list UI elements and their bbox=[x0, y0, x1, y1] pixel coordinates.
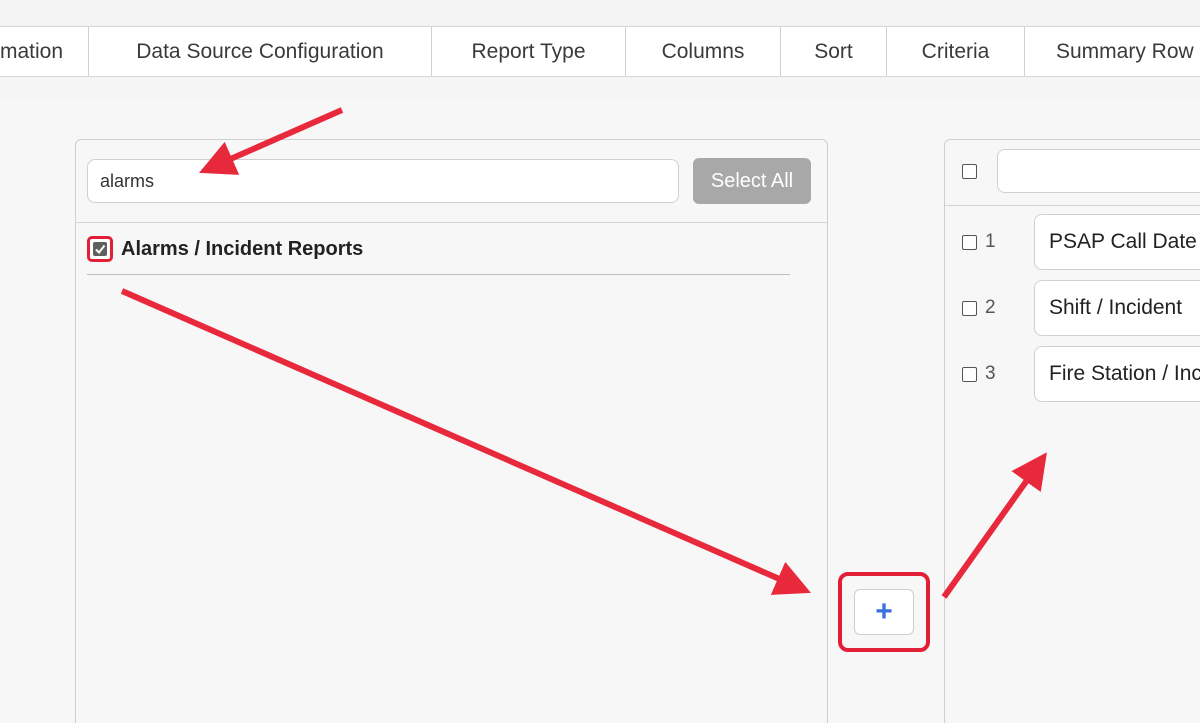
column-row: 2 Shift / Incident bbox=[945, 280, 1200, 338]
select-all-checkbox[interactable] bbox=[962, 164, 977, 179]
column-field[interactable]: Shift / Incident bbox=[1034, 280, 1200, 336]
column-field[interactable]: PSAP Call Date bbox=[1034, 214, 1200, 270]
column-index: 1 bbox=[985, 231, 996, 252]
tab-report-type[interactable]: Report Type bbox=[432, 27, 626, 76]
column-checkbox[interactable] bbox=[962, 301, 977, 316]
available-data-sources-panel: Select All Alarms / Incident Reports bbox=[75, 139, 828, 723]
list-item[interactable]: Alarms / Incident Reports bbox=[87, 236, 790, 275]
checkmark-icon bbox=[93, 242, 107, 256]
selected-columns-panel: 1 PSAP Call Date 2 Shift / Incident 3 Fi… bbox=[944, 139, 1200, 723]
column-row: 3 Fire Station / Incident bbox=[945, 346, 1200, 404]
tab-information[interactable]: mation bbox=[0, 27, 89, 76]
column-row: 1 PSAP Call Date bbox=[945, 214, 1200, 272]
column-checkbox[interactable] bbox=[962, 235, 977, 250]
column-index: 2 bbox=[985, 297, 996, 318]
tab-summary-row[interactable]: Summary Row bbox=[1025, 27, 1200, 76]
tab-criteria[interactable]: Criteria bbox=[887, 27, 1025, 76]
tab-data-source-configuration[interactable]: Data Source Configuration bbox=[89, 27, 432, 76]
column-field[interactable]: Fire Station / Incident bbox=[1034, 346, 1200, 402]
report-builder-window: mation Data Source Configuration Report … bbox=[0, 0, 1200, 723]
right-panel-header bbox=[945, 140, 1200, 206]
select-all-button[interactable]: Select All bbox=[693, 158, 811, 204]
tab-columns[interactable]: Columns bbox=[626, 27, 781, 76]
left-panel-header: Select All bbox=[76, 140, 827, 223]
add-button[interactable]: + bbox=[854, 589, 914, 635]
tab-sort[interactable]: Sort bbox=[781, 27, 887, 76]
column-checkbox[interactable] bbox=[962, 367, 977, 382]
result-label: Alarms / Incident Reports bbox=[121, 238, 364, 260]
search-input[interactable] bbox=[87, 159, 679, 203]
result-checkbox[interactable] bbox=[87, 236, 113, 262]
column-index: 3 bbox=[985, 363, 996, 384]
columns-search-input[interactable] bbox=[997, 149, 1200, 193]
wizard-tab-bar: mation Data Source Configuration Report … bbox=[0, 26, 1200, 77]
